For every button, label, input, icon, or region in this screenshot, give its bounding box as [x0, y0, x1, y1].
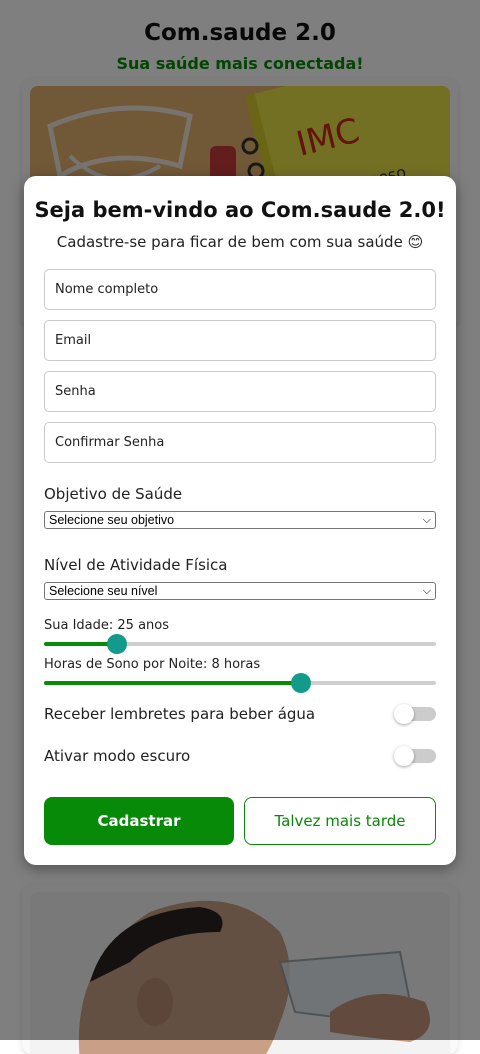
maybe-later-button[interactable]: Talvez mais tarde [244, 797, 436, 845]
water-reminder-label: Receber lembretes para beber água [44, 705, 316, 723]
slider-thumb[interactable] [291, 673, 311, 693]
email-input[interactable] [44, 320, 436, 361]
dark-mode-toggle[interactable] [394, 746, 436, 766]
modal-title: Seja bem-vindo ao Com.saude 2.0! [34, 198, 446, 222]
activity-level-select[interactable]: Selecione seu nível ⌵ [44, 582, 436, 600]
water-reminder-toggle[interactable] [394, 704, 436, 724]
toggle-knob [394, 746, 414, 766]
signup-modal: Seja bem-vindo ao Com.saude 2.0! Cadastr… [24, 176, 456, 865]
age-label: Sua Idade: 25 anos [44, 618, 170, 633]
confirm-password-input[interactable] [44, 422, 436, 463]
health-goal-selected: Selecione seu objetivo [49, 513, 175, 527]
slider-thumb[interactable] [107, 634, 127, 654]
modal-subtitle: Cadastre-se para ficar de bem com sua sa… [56, 233, 424, 251]
health-goal-label: Objetivo de Saúde [44, 485, 183, 503]
password-input[interactable] [44, 371, 436, 412]
chevron-down-icon: ⌵ [422, 513, 431, 526]
age-slider[interactable] [44, 634, 436, 654]
full-name-input[interactable] [44, 269, 436, 310]
slider-fill [44, 681, 301, 685]
toggle-knob [394, 704, 414, 724]
sleep-hours-slider[interactable] [44, 673, 436, 693]
activity-level-label: Nível de Atividade Física [44, 556, 228, 574]
dark-mode-label: Ativar modo escuro [44, 747, 191, 765]
chevron-down-icon: ⌵ [422, 584, 431, 597]
health-goal-select[interactable]: Selecione seu objetivo ⌵ [44, 511, 436, 529]
activity-level-selected: Selecione seu nível [49, 584, 158, 598]
sleep-hours-label: Horas de Sono por Noite: 8 horas [44, 657, 261, 672]
register-button[interactable]: Cadastrar [44, 797, 234, 845]
